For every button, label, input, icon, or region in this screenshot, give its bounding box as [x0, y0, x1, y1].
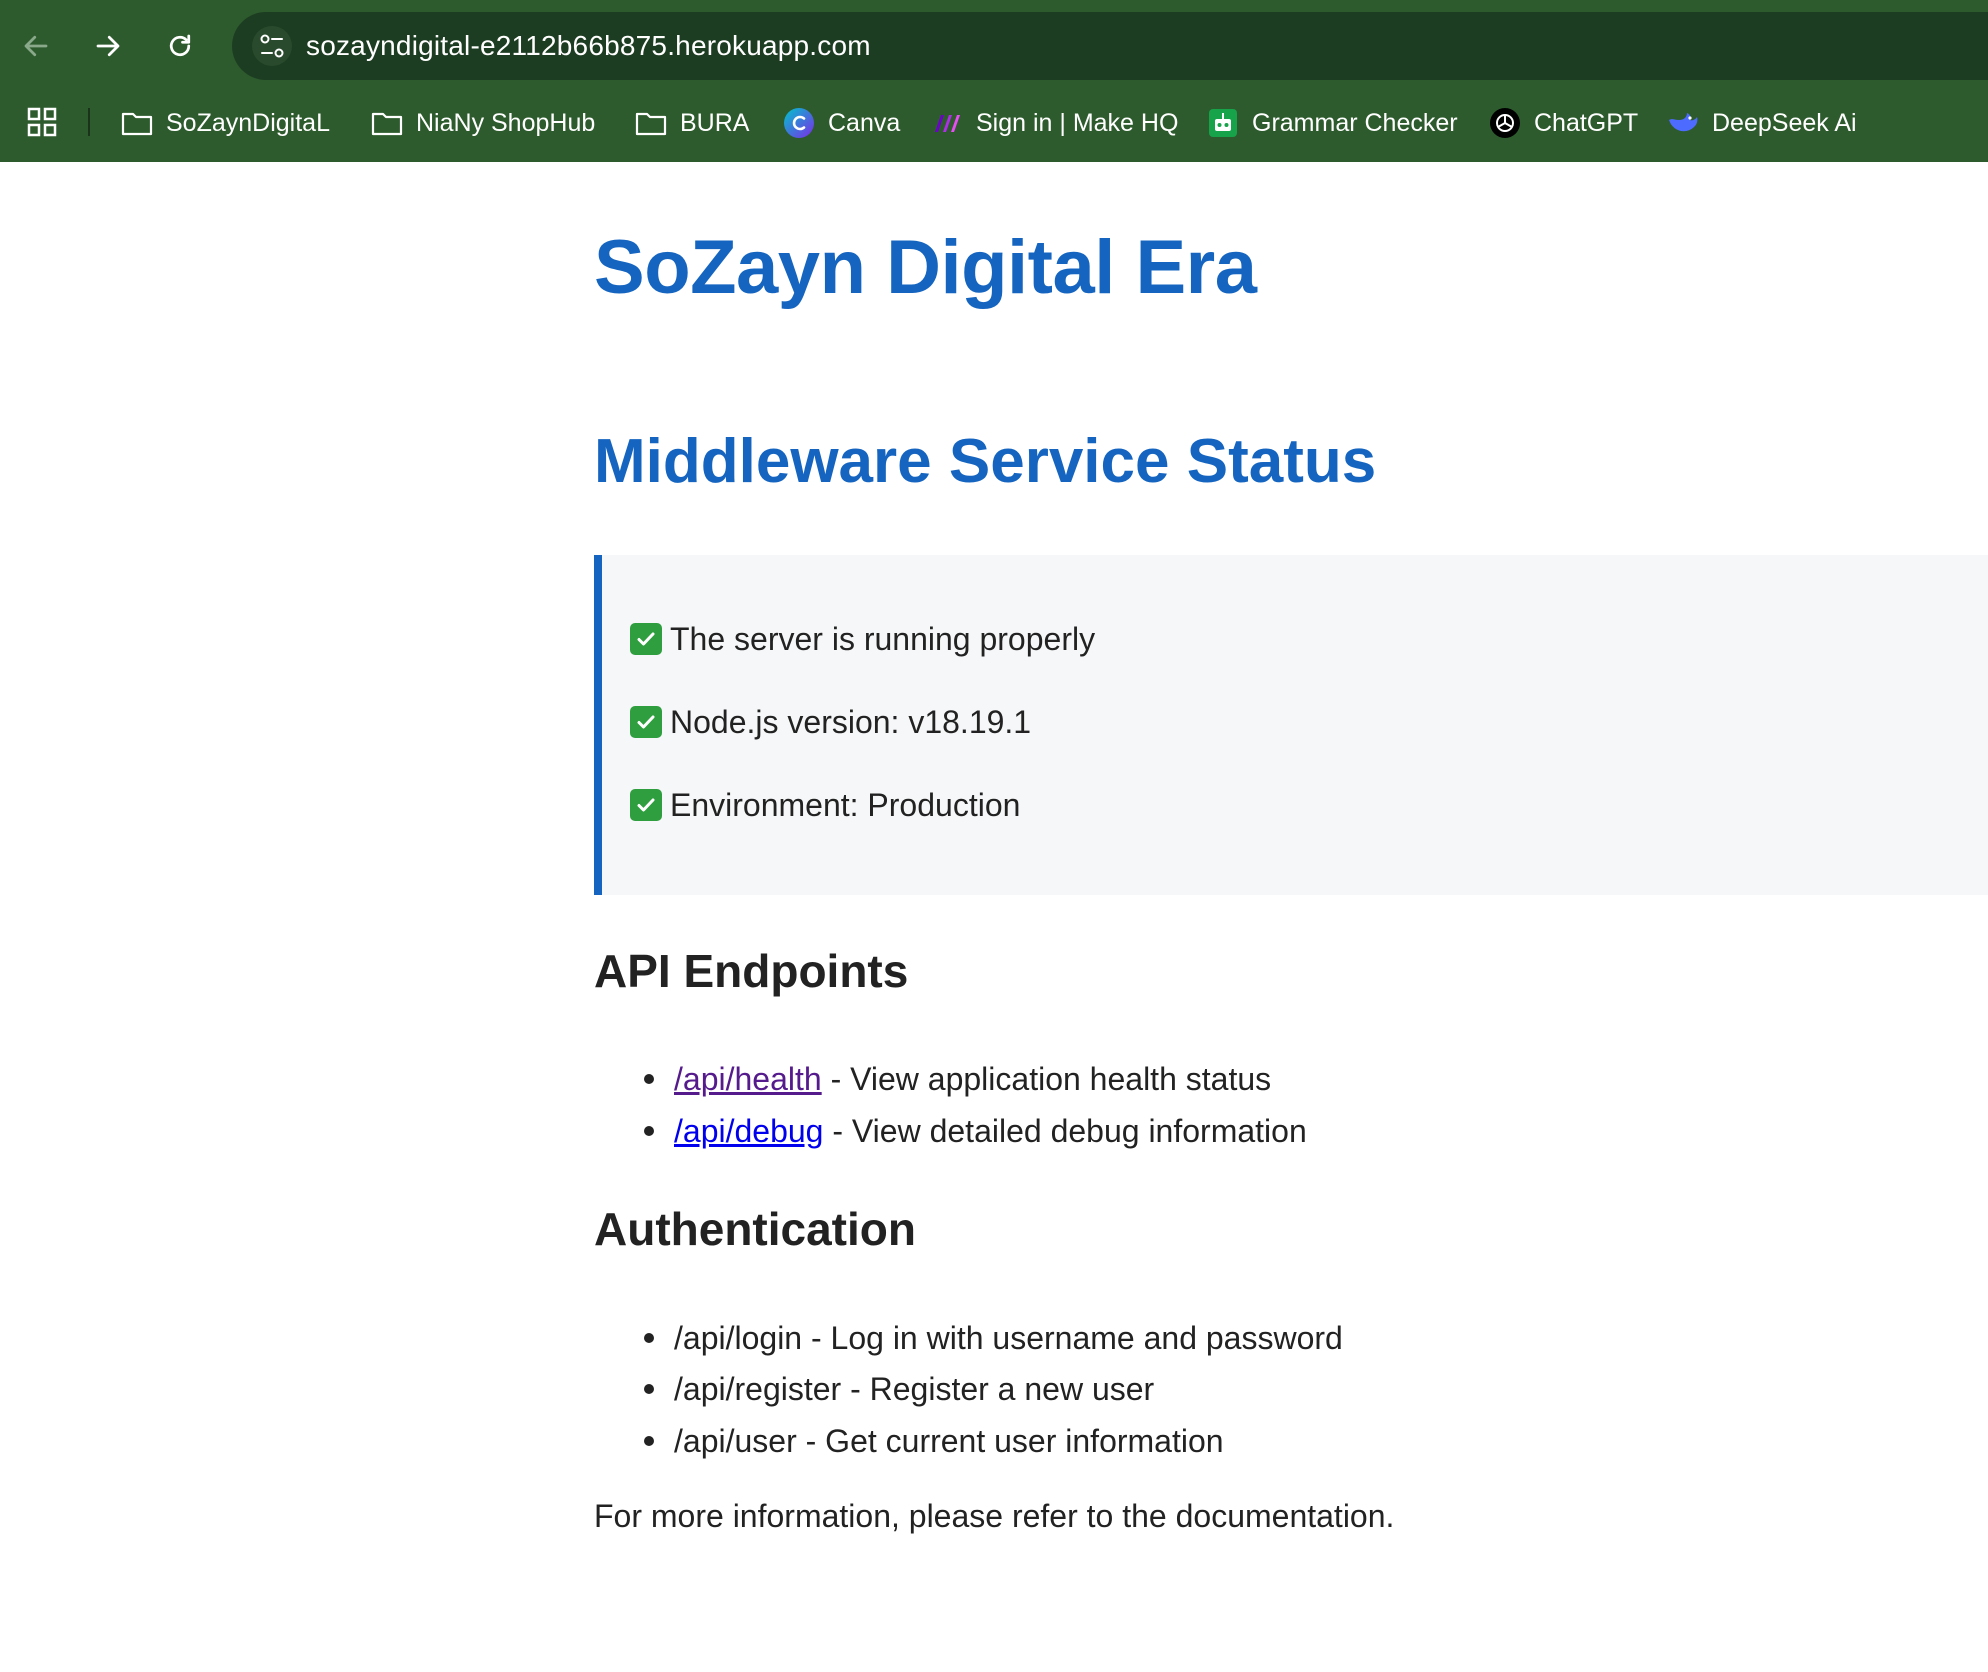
status-text: Node.js version: v18.19.1: [670, 703, 1032, 740]
check-icon: [630, 623, 662, 655]
bookmark-label: NiaNy ShopHub: [416, 108, 596, 137]
reload-button[interactable]: [154, 20, 206, 72]
back-button[interactable]: [10, 20, 62, 72]
footer-note: For more information, please refer to th…: [594, 1498, 1395, 1534]
list-item: /api/user - Get current user information: [644, 1419, 1224, 1463]
bookmarks-separator: [88, 108, 90, 136]
list-item-text: /api/register - Register a new user: [674, 1370, 1155, 1407]
list-item: /api/health - View application health st…: [644, 1057, 1271, 1101]
bookmark-chatgpt[interactable]: ChatGPT: [1488, 100, 1638, 146]
bookmark-label: BURA: [680, 108, 750, 137]
authentication-heading: Authentication: [594, 1203, 916, 1255]
list-item-desc: - View application health status: [821, 1060, 1272, 1097]
bookmark-label: Grammar Checker: [1252, 108, 1458, 137]
page-content: SoZayn Digital Era Middleware Service St…: [594, 162, 1988, 1672]
status-text: The server is running properly: [670, 620, 1096, 657]
folder-icon: [634, 106, 668, 140]
bullet: [644, 1074, 654, 1084]
list-item-desc: - View detailed debug information: [823, 1112, 1307, 1149]
canva-icon: [782, 106, 816, 140]
list-item: /api/debug - View detailed debug informa…: [644, 1109, 1307, 1153]
arrow-right-icon: [96, 35, 120, 57]
status-text: Environment: Production: [670, 786, 1021, 823]
bookmark-label: DeepSeek Ai: [1712, 108, 1857, 137]
bookmark-sozayndigital[interactable]: SoZaynDigitaL: [120, 100, 330, 146]
page-title: SoZayn Digital Era: [594, 225, 1257, 310]
address-bar-row: sozayndigital-e2112b66b875.herokuapp.com: [0, 0, 1988, 92]
folder-icon: [370, 106, 404, 140]
deepseek-icon: [1666, 106, 1700, 140]
status-item: Node.js version: v18.19.1: [630, 700, 1031, 744]
bookmark-grammar-checker[interactable]: Grammar Checker: [1206, 100, 1458, 146]
folder-icon: [120, 106, 154, 140]
list-item-text: /api/login - Log in with username and pa…: [674, 1319, 1343, 1356]
bookmarks-bar: SoZaynDigitaL NiaNy ShopHub BURA Canva S…: [0, 92, 1988, 162]
page-subtitle: Middleware Service Status: [594, 427, 1377, 496]
make-icon: [930, 106, 964, 140]
api-debug-link[interactable]: /api/debug: [674, 1113, 823, 1150]
url-text[interactable]: sozayndigital-e2112b66b875.herokuapp.com: [306, 26, 871, 66]
api-health-link[interactable]: /api/health: [674, 1061, 822, 1098]
bookmark-canva[interactable]: Canva: [782, 100, 900, 146]
list-item: /api/login - Log in with username and pa…: [644, 1316, 1343, 1360]
status-item: Environment: Production: [630, 783, 1020, 827]
bookmark-deepseek[interactable]: DeepSeek Ai: [1666, 100, 1857, 146]
bullet: [644, 1436, 654, 1446]
tune-icon: [260, 34, 284, 58]
site-info-button[interactable]: [252, 26, 292, 66]
bookmark-make-hq[interactable]: Sign in | Make HQ: [930, 100, 1178, 146]
status-panel: The server is running properly Node.js v…: [594, 555, 1988, 895]
bookmark-niany-shophub[interactable]: NiaNy ShopHub: [370, 100, 595, 146]
arrow-left-icon: [24, 35, 48, 57]
api-endpoints-heading: API Endpoints: [594, 945, 909, 997]
bullet: [644, 1333, 654, 1343]
bookmark-label: Canva: [828, 108, 901, 137]
omnibox[interactable]: sozayndigital-e2112b66b875.herokuapp.com: [232, 12, 1988, 80]
list-item: /api/register - Register a new user: [644, 1367, 1154, 1411]
bullet: [644, 1384, 654, 1394]
browser-chrome: sozayndigital-e2112b66b875.herokuapp.com…: [0, 0, 1988, 162]
bookmark-label: Sign in | Make HQ: [976, 108, 1179, 137]
list-item-text: /api/user - Get current user information: [674, 1422, 1224, 1459]
status-item: The server is running properly: [630, 617, 1095, 661]
check-icon: [630, 789, 662, 821]
bookmark-label: ChatGPT: [1534, 108, 1639, 137]
chatgpt-icon: [1488, 106, 1522, 140]
grammar-checker-icon: [1206, 106, 1240, 140]
bookmark-bura[interactable]: BURA: [634, 100, 749, 146]
apps-grid-icon[interactable]: [26, 106, 58, 138]
check-icon: [630, 706, 662, 738]
bullet: [644, 1126, 654, 1136]
reload-icon: [169, 34, 191, 57]
forward-button[interactable]: [82, 20, 134, 72]
bookmark-label: SoZaynDigitaL: [166, 108, 330, 137]
